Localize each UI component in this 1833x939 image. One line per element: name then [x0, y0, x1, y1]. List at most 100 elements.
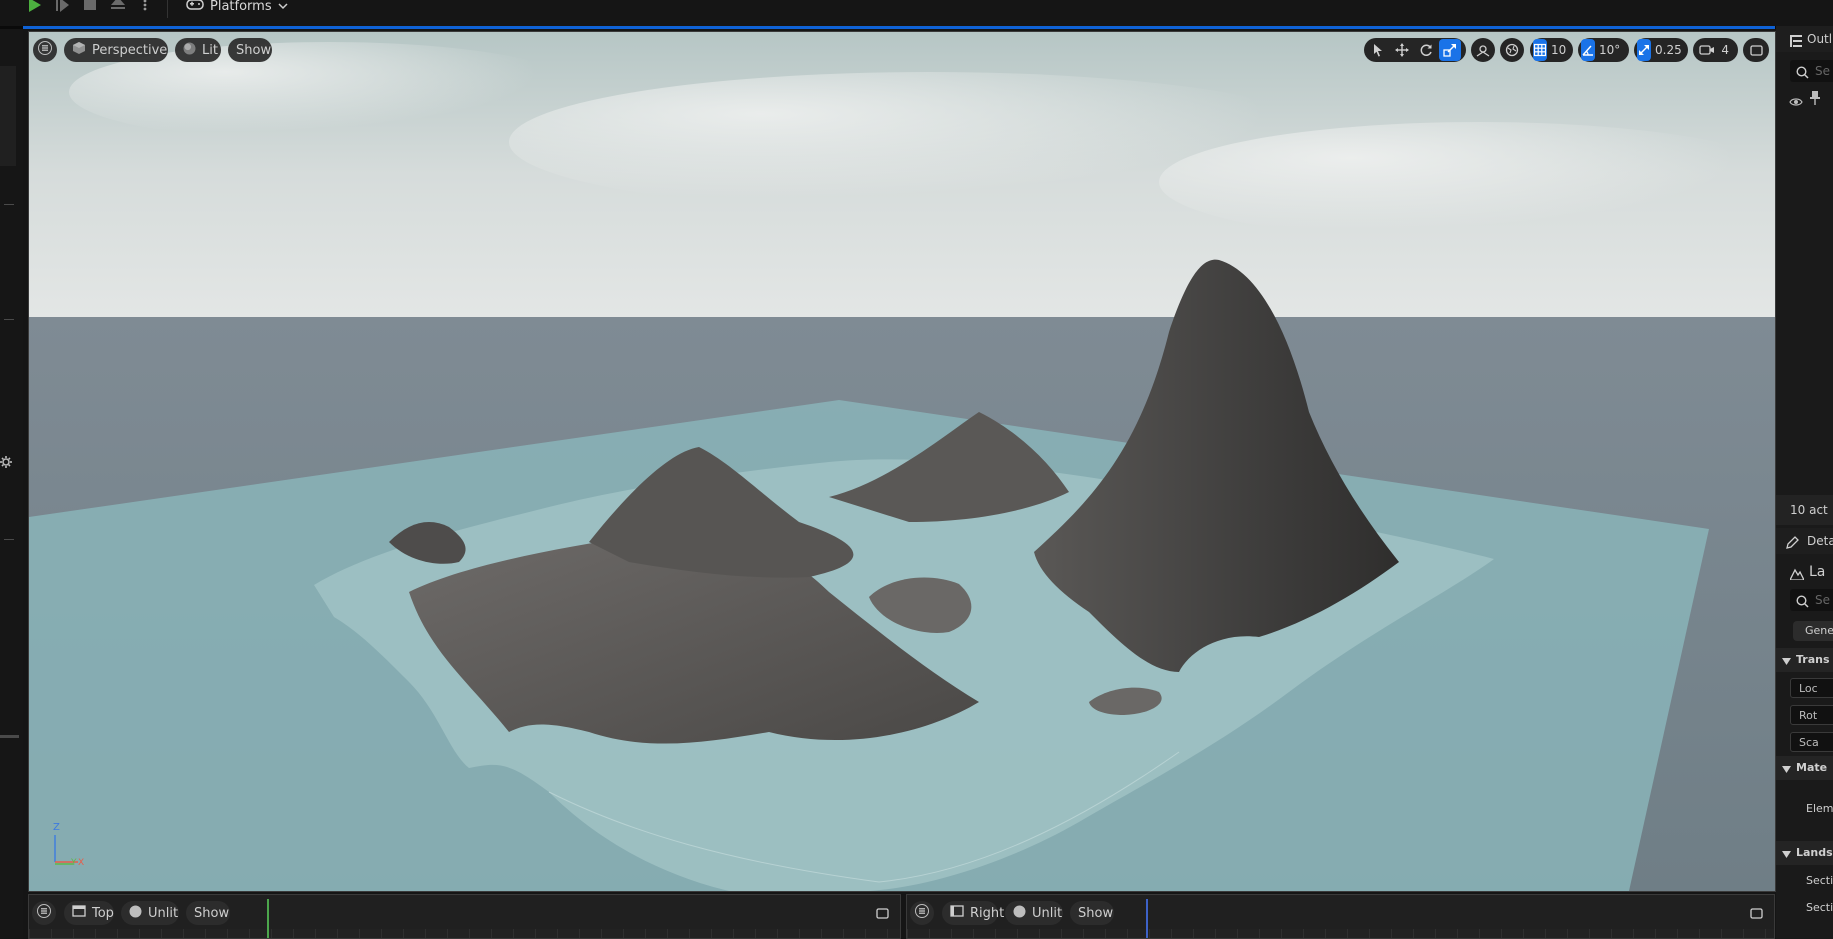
left-toolbar-strip	[0, 29, 23, 939]
platforms-icon	[186, 0, 204, 15]
axis-z-label: Z	[53, 822, 60, 833]
scale-icon[interactable]	[1439, 39, 1461, 61]
stop-icon[interactable]	[80, 0, 100, 12]
viewport-focus-bar	[23, 26, 1775, 29]
strip-divider	[4, 319, 14, 320]
rotation-snap-control[interactable]: 10°	[1578, 38, 1629, 62]
materials-section-label: Mate	[1796, 761, 1828, 774]
scale-row[interactable]: Sca	[1790, 732, 1833, 752]
lit-sphere-icon	[183, 42, 196, 59]
camera-speed-control[interactable]: 4	[1693, 38, 1738, 62]
lighting-mode-button[interactable]: Unlit	[1005, 901, 1063, 925]
move-icon[interactable]	[1391, 39, 1413, 61]
lighting-mode-label: Unlit	[148, 905, 179, 921]
unlit-sphere-icon	[129, 905, 142, 922]
pin-icon[interactable]	[1810, 90, 1820, 109]
viewport-menu-button[interactable]	[910, 901, 934, 925]
chevron-down-icon	[278, 0, 288, 14]
surface-snap-toggle[interactable]	[1471, 38, 1495, 62]
step-icon[interactable]	[52, 0, 72, 12]
materials-section-header[interactable]: Mate	[1776, 756, 1833, 780]
axis-y-label: Y	[71, 858, 77, 868]
collapse-arrow-icon	[1782, 848, 1791, 861]
general-tab[interactable]: Gene	[1793, 621, 1833, 641]
main-toolbar: Platforms	[0, 0, 1833, 29]
rotate-icon[interactable]	[1415, 39, 1437, 61]
maximize-viewport-button[interactable]	[1743, 38, 1769, 62]
right-viewport[interactable]: Right Unlit Show	[906, 894, 1775, 939]
details-header: Deta	[1776, 528, 1833, 554]
pencil-icon	[1786, 534, 1799, 553]
camera-icon	[1696, 39, 1717, 61]
lighting-mode-button[interactable]: Unlit	[121, 901, 179, 925]
landscape-section-header[interactable]: Lands	[1776, 841, 1833, 865]
more-options-icon[interactable]	[138, 0, 152, 12]
maximize-icon[interactable]	[876, 904, 889, 923]
hamburger-icon	[915, 904, 929, 922]
angle-snap-icon	[1581, 39, 1595, 61]
landscape-scene	[29, 32, 1775, 891]
scale-snap-control[interactable]: 0.25	[1634, 38, 1688, 62]
lighting-mode-button[interactable]: Lit	[175, 38, 221, 62]
grid-snap-value: 10	[1551, 43, 1567, 57]
landscape-icon	[1788, 565, 1806, 584]
show-label: Show	[194, 905, 230, 921]
camera-speed-value: 4	[1721, 43, 1729, 57]
gear-icon[interactable]	[0, 454, 14, 473]
eye-icon[interactable]	[1789, 92, 1803, 111]
world-space-icon	[1501, 39, 1523, 61]
main-viewport[interactable]: Z Y X Perspective Lit Show 10 10° 0.25 4	[28, 31, 1776, 892]
maximize-icon[interactable]	[1750, 904, 1763, 923]
details-search-placeholder: Se	[1815, 593, 1830, 607]
rotation-row[interactable]: Rot	[1790, 705, 1833, 725]
outliner-search-input[interactable]: Se	[1790, 60, 1833, 82]
transform-tools	[1364, 38, 1466, 62]
show-label: Show	[1078, 905, 1114, 921]
view-mode-label: Top	[92, 905, 114, 921]
play-icon[interactable]	[22, 0, 46, 12]
show-label: Show	[236, 42, 272, 58]
select-arrow-icon[interactable]	[1367, 39, 1389, 61]
outliner-icon	[1790, 32, 1802, 51]
actor-count: 10 act	[1790, 503, 1828, 517]
details-search-input[interactable]: Se	[1790, 589, 1833, 611]
show-menu-button[interactable]: Show	[1070, 901, 1114, 925]
cube-icon	[72, 41, 86, 59]
transform-section-header[interactable]: Trans	[1776, 648, 1833, 672]
transform-section-label: Trans	[1796, 653, 1830, 666]
strip-scroll-handle[interactable]	[0, 735, 19, 738]
search-icon	[1796, 593, 1809, 612]
platforms-label: Platforms	[210, 0, 272, 14]
section-property-label: Secti	[1806, 874, 1833, 887]
search-icon	[1796, 64, 1809, 83]
view-mode-button[interactable]: Top	[64, 901, 114, 925]
top-view-icon	[72, 905, 86, 921]
view-mode-button[interactable]: Perspective	[64, 38, 168, 62]
hamburger-icon	[37, 904, 51, 922]
collapse-arrow-icon	[1782, 763, 1791, 776]
hamburger-icon	[38, 41, 52, 59]
lighting-mode-label: Unlit	[1032, 905, 1063, 921]
world-local-toggle[interactable]	[1500, 38, 1524, 62]
outliner-search-placeholder: Se	[1815, 64, 1830, 78]
view-mode-button[interactable]: Right	[942, 901, 1004, 925]
scale-snap-value: 0.25	[1655, 43, 1682, 57]
show-menu-button[interactable]: Show	[228, 38, 272, 62]
strip-divider	[4, 539, 14, 540]
y-axis-line	[267, 899, 269, 938]
viewport-menu-button[interactable]	[32, 901, 56, 925]
top-viewport[interactable]: Top Unlit Show	[28, 894, 901, 939]
location-row[interactable]: Loc	[1790, 678, 1833, 698]
outliner-footer: 10 act	[1776, 495, 1833, 525]
rotation-snap-value: 10°	[1599, 43, 1621, 57]
viewport-grid	[29, 929, 900, 938]
platforms-menu[interactable]: Platforms	[186, 0, 288, 15]
show-menu-button[interactable]: Show	[186, 901, 230, 925]
viewport-menu-button[interactable]	[33, 38, 57, 62]
scale-snap-icon	[1637, 39, 1651, 61]
right-view-icon	[950, 905, 964, 921]
eject-icon[interactable]	[107, 0, 129, 12]
strip-divider	[4, 204, 14, 205]
left-panel-tab[interactable]	[0, 66, 16, 166]
grid-snap-control[interactable]: 10	[1530, 38, 1573, 62]
